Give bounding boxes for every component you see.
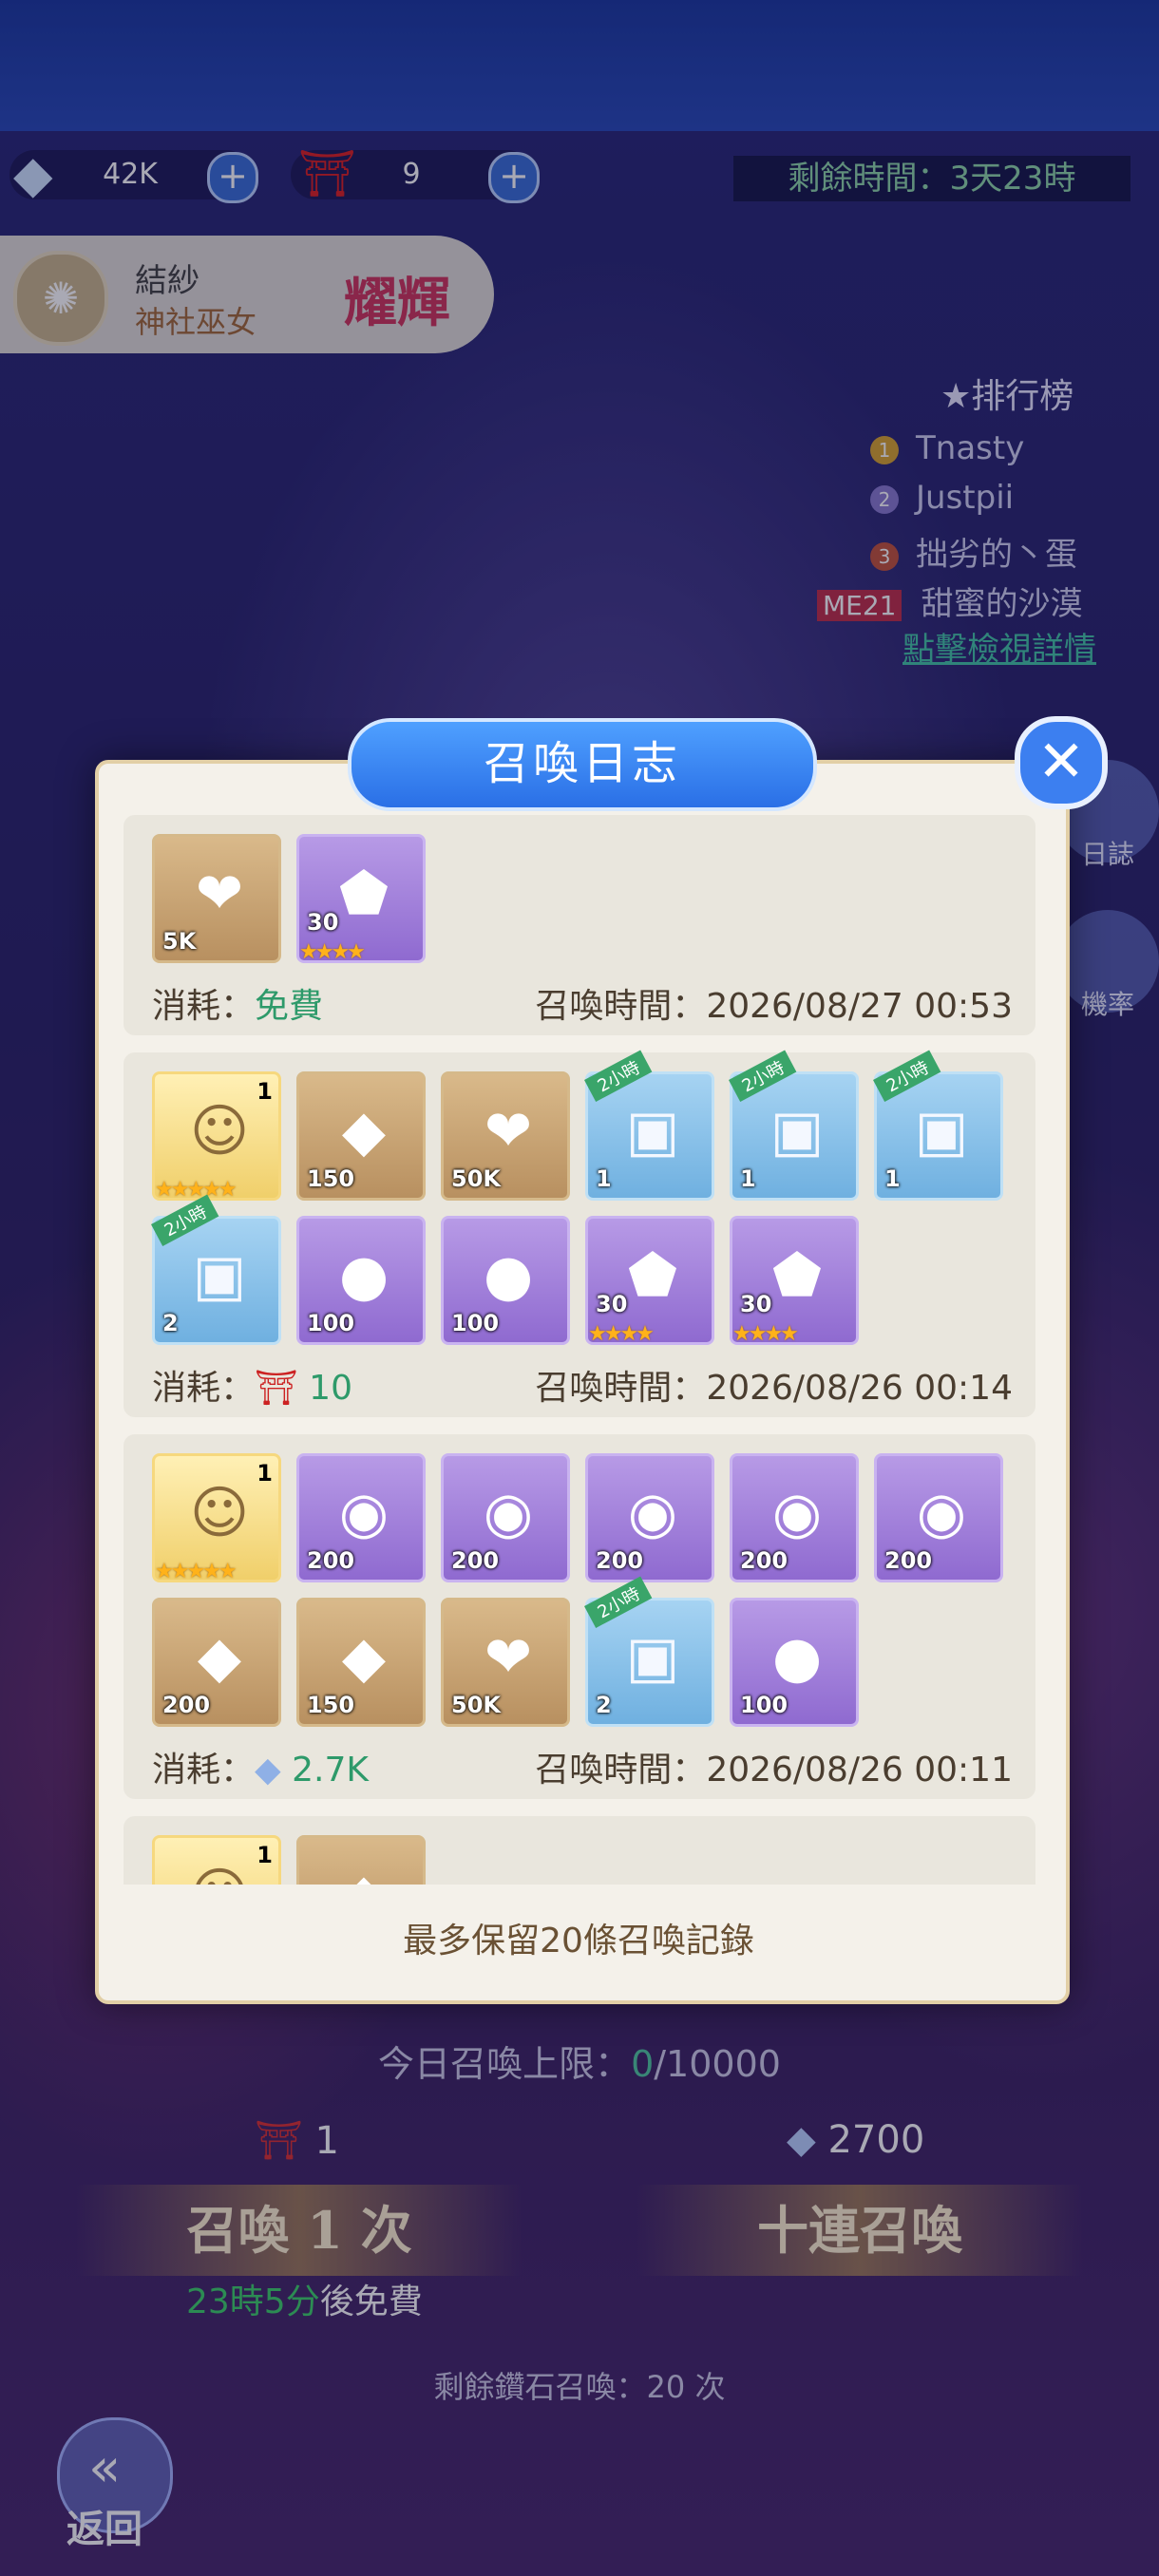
ticket-icon: ⛩ bbox=[255, 1369, 298, 1408]
reward-item[interactable]: ◉ 200 bbox=[296, 1453, 426, 1582]
item-quantity: 50K bbox=[451, 1165, 501, 1192]
character-portrait-icon: ☺ bbox=[180, 1855, 259, 1885]
gold-chest-icon: ▣ bbox=[192, 1242, 247, 1309]
item-quantity: 150 bbox=[307, 1692, 355, 1718]
gold-chest-icon: ▣ bbox=[625, 1624, 680, 1691]
reward-item[interactable]: ◉ 200 bbox=[874, 1453, 1003, 1582]
crystal-ball-icon: ◉ bbox=[338, 1480, 390, 1546]
item-quantity: 30 bbox=[740, 1291, 772, 1317]
entry-cost: 消耗：免費 bbox=[152, 987, 324, 1026]
exp-heart-icon: ❤ bbox=[195, 861, 244, 927]
rarity-stars: ★★★★ bbox=[299, 940, 366, 964]
entry-time: 召喚時間：2026/08/27 00:53 bbox=[535, 987, 1013, 1026]
item-quantity: 200 bbox=[884, 1547, 933, 1574]
rarity-stars: ★★★★★ bbox=[155, 1560, 238, 1583]
exp-heart-icon: ❤ bbox=[484, 1098, 533, 1165]
item-quantity: 1 bbox=[256, 1078, 273, 1105]
crystal-ball-icon: ◉ bbox=[627, 1480, 678, 1546]
item-quantity: 200 bbox=[451, 1547, 500, 1574]
reward-item[interactable]: ● 100 bbox=[296, 1216, 426, 1345]
item-quantity: 1 bbox=[256, 1842, 273, 1868]
item-quantity: 200 bbox=[307, 1547, 355, 1574]
item-quantity: 100 bbox=[740, 1692, 788, 1718]
treasure-chest-icon: ▣ bbox=[625, 1098, 680, 1165]
crystal-icon: ◆ bbox=[197, 1624, 242, 1691]
reward-item[interactable]: ⬟ 30 ★★★★ bbox=[585, 1216, 714, 1346]
reward-item[interactable]: ◉ 200 bbox=[441, 1453, 570, 1582]
entry-time: 召喚時間：2026/08/26 00:11 bbox=[535, 1751, 1013, 1790]
reward-item[interactable]: ▣ 2小時 1 bbox=[873, 1050, 1003, 1201]
reward-item[interactable]: ◉ 200 bbox=[730, 1453, 859, 1582]
dialog-footer-note: 最多保留20條召喚記錄 bbox=[403, 1922, 754, 1960]
item-quantity: 100 bbox=[307, 1310, 355, 1336]
reward-item[interactable]: ● 100 bbox=[441, 1216, 570, 1345]
treasure-chest-icon: ▣ bbox=[914, 1098, 969, 1165]
crystal-icon: ◆ bbox=[341, 1624, 387, 1691]
reward-item[interactable]: ☺1 bbox=[152, 1835, 281, 1885]
rarity-stars: ★★★★ bbox=[732, 1322, 799, 1346]
character-portrait-icon: ☺ bbox=[189, 1480, 250, 1546]
item-quantity: 1 bbox=[884, 1165, 901, 1192]
crystal-ball-icon: ◉ bbox=[916, 1480, 967, 1546]
summon-log-list[interactable]: ❤ 5K ⬟ 30 ★★★★ 消耗：免費 召喚時間：2026/08/27 00:53 ☺… bbox=[124, 815, 1036, 1885]
item-quantity: 200 bbox=[596, 1547, 644, 1574]
entry-cost: 消耗：⛩ 10 bbox=[152, 1369, 352, 1408]
item-quantity: 50K bbox=[451, 1692, 501, 1718]
reward-item[interactable]: ❤ 5K bbox=[152, 834, 281, 963]
reward-item[interactable]: ◆ bbox=[296, 1835, 426, 1885]
reward-item[interactable]: ⬟ 30 ★★★★ bbox=[730, 1216, 859, 1346]
rarity-stars: ★★★★ bbox=[588, 1322, 655, 1346]
reward-item[interactable]: ⬟ 30 ★★★★ bbox=[296, 834, 426, 964]
reward-item[interactable]: ◆ 150 bbox=[296, 1598, 426, 1727]
crystal-icon: ◆ bbox=[341, 1098, 387, 1165]
crystal-ball-icon: ◉ bbox=[483, 1480, 534, 1546]
reward-item[interactable]: ◉ 200 bbox=[585, 1453, 714, 1582]
dialog-title: 召喚日志 bbox=[348, 718, 817, 811]
log-entry: ☺ 1 ★★★★★ ◆ 150 ❤ 50K ▣ 2小時 1 ▣ 2小時 1 ▣ 2小時 1 ▣ 2小時 2 ● 100 ●… bbox=[124, 1050, 1036, 1417]
reward-item[interactable]: ▣ 2小時 2 bbox=[584, 1576, 714, 1727]
item-quantity: 1 bbox=[596, 1165, 612, 1192]
item-quantity: 2 bbox=[162, 1310, 179, 1336]
item-quantity: 200 bbox=[162, 1692, 211, 1718]
log-entry: ☺ 1 ★★★★★ ◉ 200 ◉ 200 ◉ 200 ◉ 200 ◉ 200 ◆ 200 ◆ 150 ❤ 50K ▣… bbox=[124, 1434, 1036, 1799]
log-entry: ☺1 ◆ bbox=[124, 1816, 1036, 1885]
item-quantity: 200 bbox=[740, 1547, 788, 1574]
reward-item[interactable]: ❤ 50K bbox=[441, 1071, 570, 1201]
character-portrait-icon: ☺ bbox=[189, 1098, 250, 1165]
entry-cost: 消耗：◆ 2.7K bbox=[152, 1751, 370, 1790]
golden-egg-icon: ● bbox=[338, 1242, 390, 1309]
reward-item[interactable]: ▣ 2小時 1 bbox=[584, 1050, 714, 1201]
item-quantity: 30 bbox=[307, 909, 339, 936]
reward-item[interactable]: ◆ 200 bbox=[152, 1598, 281, 1727]
crystal-ball-icon: ◉ bbox=[771, 1480, 823, 1546]
item-quantity: 2 bbox=[596, 1692, 612, 1718]
log-entry: ❤ 5K ⬟ 30 ★★★★ 消耗：免費 召喚時間：2026/08/27 00:53 bbox=[124, 815, 1036, 1035]
diamond-icon: ◆ bbox=[255, 1751, 281, 1790]
item-quantity: 5K bbox=[162, 928, 197, 955]
crystal-icon: ◆ bbox=[324, 1855, 404, 1885]
reward-item[interactable]: ❤ 50K bbox=[441, 1598, 570, 1727]
golden-egg-icon: ● bbox=[483, 1242, 534, 1309]
reward-item[interactable]: ● 100 bbox=[730, 1598, 859, 1727]
reward-item[interactable]: ☺ 1 ★★★★★ bbox=[152, 1071, 281, 1202]
reward-item[interactable]: ◆ 150 bbox=[296, 1071, 426, 1201]
item-quantity: 30 bbox=[596, 1291, 628, 1317]
item-quantity: 1 bbox=[256, 1460, 273, 1487]
reward-item[interactable]: ▣ 2小時 2 bbox=[151, 1194, 281, 1345]
reward-item[interactable]: ▣ 2小時 1 bbox=[729, 1050, 859, 1201]
treasure-chest-icon: ▣ bbox=[770, 1098, 825, 1165]
reward-item[interactable]: ☺ 1 ★★★★★ bbox=[152, 1453, 281, 1583]
item-quantity: 1 bbox=[740, 1165, 756, 1192]
golden-egg-icon: ● bbox=[771, 1624, 823, 1691]
rarity-stars: ★★★★★ bbox=[155, 1178, 238, 1202]
entry-time: 召喚時間：2026/08/26 00:14 bbox=[535, 1369, 1013, 1408]
close-icon[interactable]: ✕ bbox=[1015, 716, 1108, 809]
item-quantity: 100 bbox=[451, 1310, 500, 1336]
exp-heart-icon: ❤ bbox=[484, 1624, 533, 1691]
item-quantity: 150 bbox=[307, 1165, 355, 1192]
